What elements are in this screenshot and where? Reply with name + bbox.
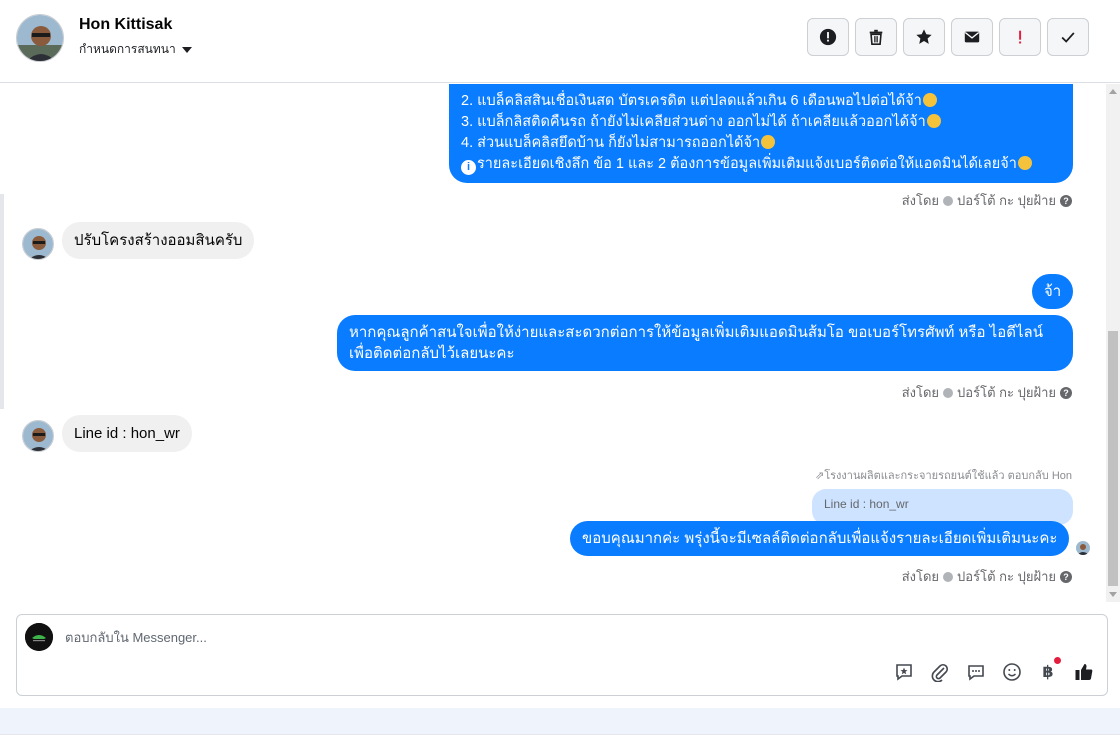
emoji-icon [761,135,776,149]
mark-done-button[interactable] [1047,18,1089,56]
seen-avatar [1076,541,1090,555]
scrollbar-thumb[interactable] [1108,331,1118,586]
baht-payment-icon: ฿ [1042,664,1054,681]
message-line: i รายละเอียดเชิงลึก ข้อ 1 และ 2 ต้องการข้… [461,154,1061,175]
sent-by-label: ส่งโดย ปอร์โต้ กะ ปุยฝ้าย ? [902,566,1072,587]
sender-dot-icon [943,571,954,582]
sent-by-label: ส่งโดย ปอร์โต้ กะ ปุยฝ้าย ? [902,382,1072,403]
message-composer: ฿ [16,614,1108,696]
sender-dot-icon [943,195,954,206]
scroll-up-arrow-icon[interactable] [1109,89,1117,94]
sent-by-text: ส่งโดย [901,569,940,584]
mark-important-button[interactable] [999,18,1041,56]
header-actions [807,18,1089,56]
attach-file-button[interactable] [929,661,951,683]
checkmark-icon [1061,32,1075,43]
message-line: เพื่อติดต่อกลับไว้เลยนะคะ [349,345,515,362]
contact-name[interactable]: Hon Kittisak [79,16,172,34]
left-divider [0,194,4,409]
star-icon [916,29,932,44]
delete-button[interactable] [855,18,897,56]
saved-reply-icon [896,664,912,681]
outgoing-message-bubble[interactable]: 2. แบล็คลิสสินเชื่อเงินสด บัตรเครดิต แต่… [449,84,1073,183]
contact-mini-avatar[interactable] [22,228,54,260]
reply-arrow-icon: ⇗ [814,470,825,482]
emoji-icon [1017,156,1032,170]
red-exclamation-icon [1019,30,1022,44]
outgoing-message-bubble[interactable]: หากคุณลูกค้าสนใจเพื่อให้ง่ายและสะดวกต่อก… [337,315,1073,371]
message-line: หากคุณลูกค้าสนใจเพื่อให้ง่ายและสะดวกต่อก… [349,324,1043,341]
emoji-icon [922,93,937,107]
sender-name[interactable]: ปอร์โต้ กะ ปุยฝ้าย [957,566,1056,587]
attachment-icon [931,663,949,682]
sent-by-label: ส่งโดย ปอร์โต้ กะ ปุยฝ้าย ? [902,190,1072,211]
sender-name[interactable]: ปอร์โต้ กะ ปุยฝ้าย [957,382,1056,403]
assign-label: กำหนดการสนทนา [79,42,176,56]
info-icon: i [461,160,476,175]
thread-scrollbar[interactable] [1106,84,1120,602]
caret-down-icon [181,47,192,53]
incoming-message-bubble[interactable]: Line id : hon_wr [62,415,192,452]
envelope-icon [964,31,980,43]
sender-name[interactable]: ปอร์โต้ กะ ปุยฝ้าย [957,190,1056,211]
outgoing-message-bubble[interactable]: จ้า [1032,274,1074,309]
contact-avatar[interactable] [16,14,64,62]
sender-dot-icon [943,387,954,398]
composer-tools: ฿ [893,657,1095,683]
saved-replies-button[interactable] [893,661,915,683]
mark-spam-button[interactable] [807,18,849,56]
incoming-message-bubble[interactable]: ปรับโครงสร้างออมสินครับ [62,222,255,259]
page-avatar [25,623,53,651]
trash-icon [869,29,883,46]
like-button[interactable] [1073,661,1095,683]
message-line: 3. แบล็กลิสติดคืนรถ ถ้ายังไม่เคลียส่วนต่… [461,112,1061,133]
chat-bubble-icon [968,665,984,681]
message-line: 4. ส่วนแบล็คลิสยึดบ้าน ก็ยังไม่สามารถออก… [461,133,1061,154]
page-footer-band [0,708,1120,734]
reply-input[interactable] [65,625,865,649]
sent-by-text: ส่งโดย [901,193,940,208]
message-line [461,84,1061,91]
outgoing-message-bubble[interactable]: ขอบคุณมากค่ะ พรุ่งนี้จะมีเซลล์ติดต่อกลับ… [570,521,1070,556]
reply-context-label: ⇗โรงงานผลิตและกระจายรถยนต์ใช้แล้ว ตอบกลั… [815,466,1072,484]
mark-unread-button[interactable] [951,18,993,56]
quoted-message[interactable]: Line id : hon_wr [812,489,1073,525]
conversation-header: Hon Kittisak กำหนดการสนทนา [0,0,1120,83]
scroll-down-arrow-icon[interactable] [1109,592,1117,597]
star-button[interactable] [903,18,945,56]
message-thread[interactable]: 2. แบล็คลิสสินเชื่อเงินสด บัตรเครดิต แต่… [0,84,1106,602]
payment-button[interactable]: ฿ [1037,657,1061,683]
notification-dot [1054,657,1061,664]
like-icon [1075,664,1093,680]
sent-by-text: ส่งโดย [901,385,940,400]
assign-conversation-dropdown[interactable]: กำหนดการสนทนา [79,40,192,59]
emoji-icon [926,114,941,128]
help-icon[interactable]: ? [1060,194,1072,207]
reply-context-text: โรงงานผลิตและกระจายรถยนต์ใช้แล้ว ตอบกลับ… [824,470,1072,482]
help-icon[interactable]: ? [1060,386,1072,399]
messages-button[interactable] [965,661,987,683]
message-line: 2. แบล็คลิสสินเชื่อเงินสด บัตรเครดิต แต่… [461,91,1061,112]
help-icon[interactable]: ? [1060,570,1072,583]
exclamation-circle-icon [819,28,837,46]
emoji-icon [1003,663,1021,681]
page-bottom-strip [0,734,1120,748]
emoji-button[interactable] [1001,661,1023,683]
contact-mini-avatar[interactable] [22,420,54,452]
